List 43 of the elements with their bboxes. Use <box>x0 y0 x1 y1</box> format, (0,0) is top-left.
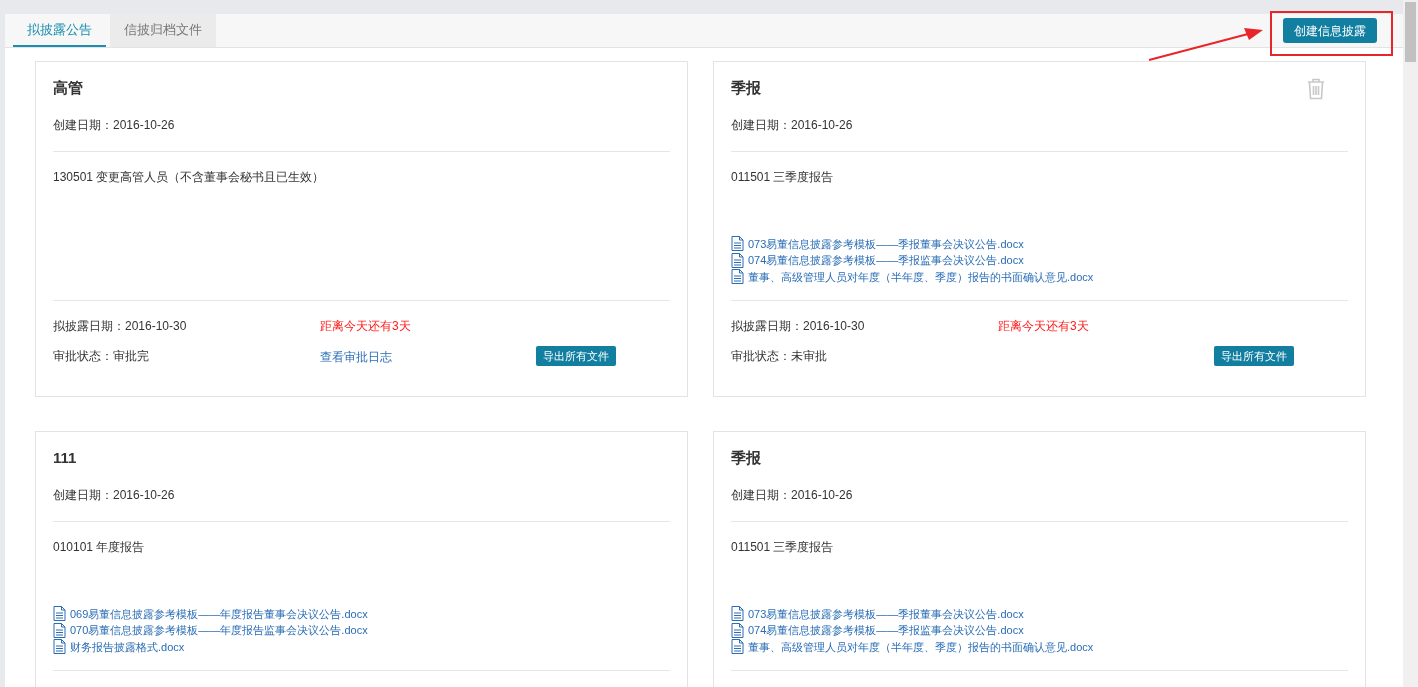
tab[interactable]: 信披归档文件 <box>110 14 216 47</box>
created-date: 创建日期：2016-10-26 <box>731 487 854 503</box>
document-icon <box>53 639 66 655</box>
document-icon <box>731 236 744 252</box>
file-link[interactable]: 074易董信息披露参考模板——季报监事会决议公告.docx <box>731 622 1348 639</box>
file-link[interactable]: 董事、高级管理人员对年度（半年度、季度）报告的书面确认意见.docx <box>731 638 1348 655</box>
document-icon <box>731 252 744 268</box>
file-link[interactable]: 074易董信息披露参考模板——季报监事会决议公告.docx <box>731 252 1348 269</box>
delete-icon[interactable] <box>1307 78 1325 100</box>
approval-status: 审批状态：审批完 <box>53 348 150 365</box>
countdown-text: 距离今天还有3天 <box>998 318 1089 335</box>
create-disclosure-button[interactable]: 创建信息披露 <box>1283 18 1377 44</box>
report-type: 011501 三季度报告 <box>731 169 835 185</box>
document-icon <box>731 269 744 285</box>
export-button[interactable]: 导出所有文件 <box>536 346 616 366</box>
file-link[interactable]: 董事、高级管理人员对年度（半年度、季度）报告的书面确认意见.docx <box>731 268 1348 285</box>
card-title: 高管 <box>53 78 83 98</box>
created-date: 创建日期：2016-10-26 <box>53 487 176 503</box>
file-link[interactable]: 070易董信息披露参考模板——年度报告监事会决议公告.docx <box>53 622 670 639</box>
card-title: 季报 <box>731 448 761 468</box>
file-link[interactable]: 073易董信息披露参考模板——季报董事会决议公告.docx <box>731 605 1348 622</box>
document-icon <box>731 622 744 638</box>
report-type: 011501 三季度报告 <box>731 539 835 555</box>
report-type: 010101 年度报告 <box>53 539 146 555</box>
document-icon <box>53 606 66 622</box>
publish-date: 拟披露日期：2016-10-30 <box>53 318 188 335</box>
card-title: 季报 <box>731 78 761 98</box>
document-icon <box>731 606 744 622</box>
approval-log-link[interactable]: 查看审批日志 <box>320 350 392 364</box>
countdown-text: 距离今天还有3天 <box>320 318 411 335</box>
document-icon <box>731 639 744 655</box>
file-link[interactable]: 073易董信息披露参考模板——季报董事会决议公告.docx <box>731 235 1348 252</box>
card-title: 111 <box>53 448 77 468</box>
approval-status: 审批状态：未审批 <box>731 348 828 365</box>
publish-date: 拟披露日期：2016-10-30 <box>731 318 866 335</box>
created-date: 创建日期：2016-10-26 <box>731 117 854 133</box>
created-date: 创建日期：2016-10-26 <box>53 117 176 133</box>
file-link[interactable]: 069易董信息披露参考模板——年度报告董事会决议公告.docx <box>53 605 670 622</box>
scrollbar[interactable] <box>1403 0 1418 687</box>
document-icon <box>53 622 66 638</box>
report-type: 130501 变更高管人员（不含董事会秘书且已生效） <box>53 169 326 185</box>
export-button[interactable]: 导出所有文件 <box>1214 346 1294 366</box>
file-link[interactable]: 财务报告披露格式.docx <box>53 638 670 655</box>
